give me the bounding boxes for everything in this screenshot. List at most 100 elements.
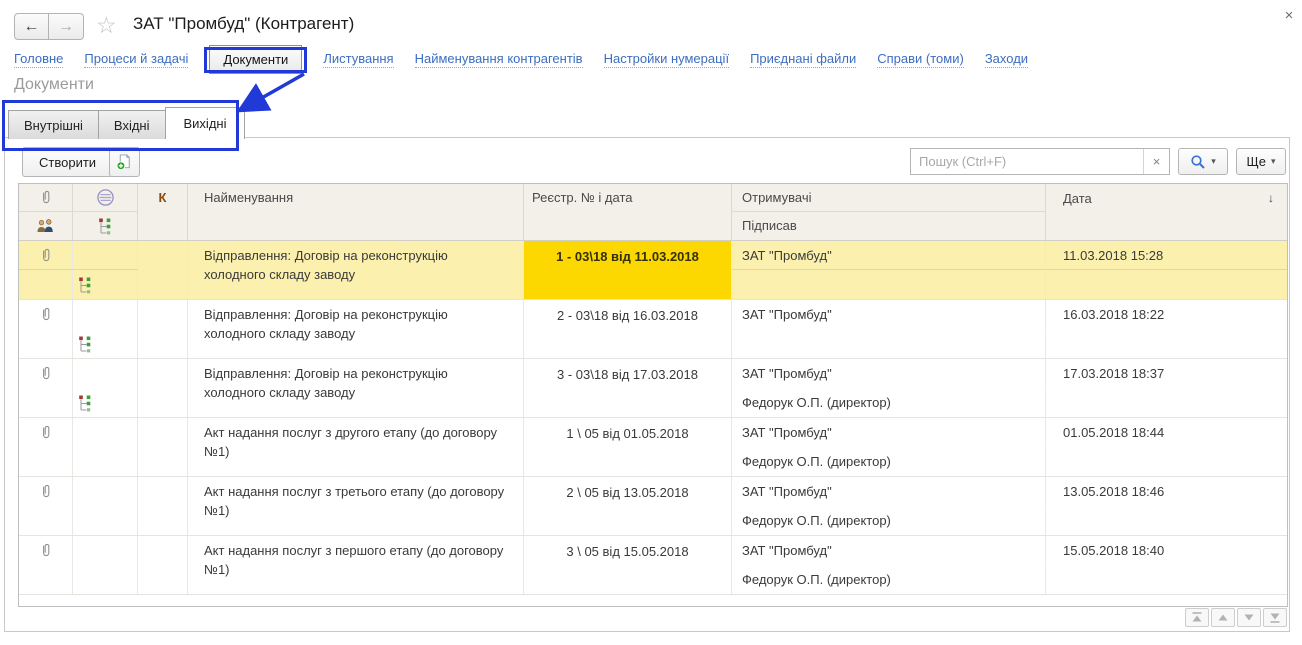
favorite-star-icon[interactable]: ☆ (96, 12, 117, 39)
reg-cell: 3 \ 05 від 15.05.2018 (524, 536, 732, 594)
reg-cell: 1 \ 05 від 01.05.2018 (524, 418, 732, 476)
move-up-button[interactable] (1211, 608, 1235, 627)
search-box: × (910, 148, 1170, 175)
name-cell: Акт надання послуг з третього етапу (до … (188, 477, 524, 535)
name-cell: Відправлення: Договір на реконструкцію х… (188, 241, 524, 299)
tab-outgoing[interactable]: Вихідні (165, 107, 246, 139)
state-cell (73, 359, 138, 388)
history-buttons: ← → (14, 13, 84, 40)
document-type-tabs: Внутрішні Вхідні Вихідні (8, 107, 244, 139)
table-row[interactable]: Акт надання послуг з другого етапу (до д… (19, 417, 1287, 476)
header-date-column[interactable]: Дата ↓ (1046, 184, 1287, 212)
header-name-column[interactable]: Найменування (188, 184, 524, 240)
signer-cell: Федорук О.П. (директор) (732, 388, 1046, 417)
business-process-icon (78, 394, 92, 412)
header-recipients-column-icon[interactable] (19, 212, 73, 240)
go-to-bottom-button[interactable] (1263, 608, 1287, 627)
nav-link-main[interactable]: Головне (14, 51, 63, 68)
nav-link-attached-files[interactable]: Приєднані файли (750, 51, 856, 68)
k-cell (138, 418, 188, 476)
reg-cell: 3 - 03\18 від 17.03.2018 (524, 359, 732, 417)
paperclip-icon (40, 365, 52, 382)
sort-descending-icon: ↓ (1268, 191, 1274, 205)
table-empty-area (19, 594, 1287, 607)
header-recipients-column-label[interactable]: Отримувачі (732, 184, 1046, 212)
attachment-cell (19, 418, 73, 447)
date-cell: 01.05.2018 18:44 (1046, 418, 1287, 447)
nav-link-processes[interactable]: Процеси й задачі (84, 51, 188, 68)
more-button[interactable]: Ще ▾ (1236, 148, 1286, 175)
nav-item-documents-active[interactable]: Документи (209, 45, 302, 74)
date-cell: 17.03.2018 18:37 (1046, 359, 1287, 388)
close-icon[interactable]: × (1278, 5, 1300, 27)
process-cell (73, 270, 138, 299)
table-row[interactable]: Відправлення: Договір на реконструкцію х… (19, 299, 1287, 358)
tab-internal[interactable]: Внутрішні (8, 110, 99, 139)
search-icon (1190, 154, 1206, 170)
date-cell-spacer (1046, 329, 1287, 358)
go-to-top-button[interactable] (1185, 608, 1209, 627)
signer-cell: Федорук О.П. (директор) (732, 447, 1046, 476)
section-nav: Головне Процеси й задачі Документи Листу… (14, 42, 1028, 76)
back-button[interactable]: ← (14, 13, 49, 40)
process-cell (73, 447, 138, 476)
move-down-button[interactable] (1237, 608, 1261, 627)
date-cell-spacer (1046, 270, 1287, 299)
create-button[interactable]: Створити (22, 147, 113, 177)
forward-button[interactable]: → (49, 13, 84, 40)
header-reg-column[interactable]: Реєстр. № і дата (524, 184, 732, 240)
search-button[interactable]: ▾ (1178, 148, 1228, 175)
attachment-cell-spacer (19, 329, 73, 358)
state-circle-icon (96, 188, 115, 207)
search-input[interactable] (911, 149, 1143, 174)
nav-item-documents-wrap: Документи (209, 52, 302, 67)
nav-link-numbering-settings[interactable]: Настройки нумерації (604, 51, 729, 68)
arrow-down-icon (1243, 612, 1255, 623)
app-window: ← → ☆ ЗАТ "Промбуд" (Контрагент) × Голов… (0, 0, 1302, 645)
name-cell: Відправлення: Договір на реконструкцію х… (188, 300, 524, 358)
reg-cell-active[interactable]: 1 - 03\18 від 11.03.2018 (524, 241, 732, 299)
header-state-column[interactable] (73, 184, 138, 212)
attachment-cell-spacer (19, 388, 73, 417)
date-cell-spacer (1046, 565, 1287, 594)
header-signer-column-label[interactable]: Підписав (732, 212, 1046, 240)
state-cell (73, 241, 138, 270)
table-row[interactable]: Відправлення: Договір на реконструкцію х… (19, 241, 1287, 299)
recipient-cell: ЗАТ "Промбуд" (732, 359, 1046, 388)
nav-link-counterparty-names[interactable]: Найменування контрагентів (415, 51, 583, 68)
tab-incoming[interactable]: Вхідні (98, 110, 166, 139)
process-cell (73, 388, 138, 417)
nav-link-cases[interactable]: Справи (томи) (877, 51, 964, 68)
signer-cell: Федорук О.П. (директор) (732, 565, 1046, 594)
table-row[interactable]: Акт надання послуг з третього етапу (до … (19, 476, 1287, 535)
business-process-icon (78, 276, 92, 294)
nav-link-correspondence[interactable]: Листування (323, 51, 393, 68)
nav-link-events[interactable]: Заходи (985, 51, 1028, 68)
paperclip-icon (40, 189, 52, 206)
paperclip-icon (40, 483, 52, 500)
date-cell-spacer (1046, 447, 1287, 476)
reg-cell: 2 - 03\18 від 16.03.2018 (524, 300, 732, 358)
header-k-column[interactable]: К (138, 184, 188, 240)
chevron-down-icon: ▾ (1271, 156, 1276, 167)
recipient-cell: ЗАТ "Промбуд" (732, 241, 1046, 270)
signer-cell: Федорук О.П. (директор) (732, 506, 1046, 535)
date-cell: 11.03.2018 15:28 (1046, 241, 1287, 270)
go-to-top-icon (1191, 612, 1203, 623)
k-cell (138, 359, 188, 417)
more-label: Ще (1247, 154, 1266, 169)
name-cell: Відправлення: Договір на реконструкцію х… (188, 359, 524, 417)
date-cell: 16.03.2018 18:22 (1046, 300, 1287, 329)
table-row[interactable]: Відправлення: Договір на реконструкцію х… (19, 358, 1287, 417)
page-title: ЗАТ "Промбуд" (Контрагент) (133, 14, 354, 34)
business-process-icon (78, 335, 92, 353)
recipient-cell: ЗАТ "Промбуд" (732, 536, 1046, 565)
table-row[interactable]: Акт надання послуг з першого етапу (до д… (19, 535, 1287, 594)
clear-search-button[interactable]: × (1143, 149, 1169, 174)
attachment-cell-spacer (19, 565, 73, 594)
header-process-column-icon[interactable] (73, 212, 138, 240)
create-from-template-button[interactable] (109, 147, 140, 177)
date-cell: 13.05.2018 18:46 (1046, 477, 1287, 506)
attachment-cell (19, 536, 73, 565)
header-attachment-column[interactable] (19, 184, 73, 212)
